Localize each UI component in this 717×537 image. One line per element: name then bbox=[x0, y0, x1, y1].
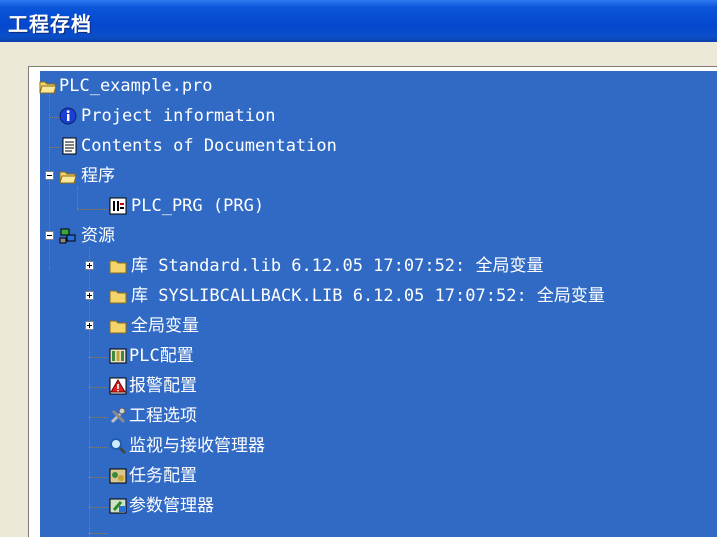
collapse-toggle[interactable] bbox=[45, 231, 54, 240]
magnifier-icon bbox=[110, 438, 127, 455]
tree-node-root[interactable]: PLC_example.pro bbox=[29, 71, 717, 101]
tree-node-syslibcallback-lib[interactable]: 库 SYSLIBCALLBACK.LIB 6.12.05 17:07:52: 全… bbox=[29, 281, 717, 311]
expand-toggle[interactable] bbox=[85, 321, 94, 330]
tree-node-label: 监视与接收管理器 bbox=[129, 436, 265, 456]
tree-node-label: 任务配置 bbox=[129, 466, 197, 486]
folder-icon bbox=[109, 290, 127, 304]
tree-node-global-variables[interactable]: 全局变量 bbox=[29, 311, 717, 341]
info-icon bbox=[59, 107, 77, 125]
collapse-toggle[interactable] bbox=[45, 171, 54, 180]
tree-node-watch-recipe-manager[interactable]: 监视与接收管理器 bbox=[29, 431, 717, 461]
plc-config-icon bbox=[109, 348, 127, 364]
tree-node-label: PLC_example.pro bbox=[59, 76, 213, 96]
tree-line bbox=[89, 533, 107, 534]
tree-node-label: 资源 bbox=[81, 226, 115, 246]
folder-icon bbox=[109, 260, 127, 274]
tree-node-resources[interactable]: 资源 bbox=[29, 221, 717, 251]
tree-node-project-information[interactable]: Project information bbox=[29, 101, 717, 131]
tree-node-label: 全局变量 bbox=[131, 316, 199, 336]
tree-node-label: 工程选项 bbox=[129, 406, 197, 426]
alarm-icon bbox=[109, 377, 127, 395]
folder-open-icon bbox=[39, 81, 57, 94]
tree-node-label: 报警配置 bbox=[129, 376, 197, 396]
tree-node-alarm-configuration[interactable]: 报警配置 bbox=[29, 371, 717, 401]
tree-node-contents-of-documentation[interactable]: Contents of Documentation bbox=[29, 131, 717, 161]
tree-node-task-configuration[interactable]: 任务配置 bbox=[29, 461, 717, 491]
expand-toggle[interactable] bbox=[85, 261, 94, 270]
tree-node-label: PLC_PRG (PRG) bbox=[131, 196, 265, 216]
title-bar: 工程存档 bbox=[0, 0, 717, 42]
parameter-icon bbox=[109, 498, 127, 514]
tree-node-parameter-manager[interactable]: 参数管理器 bbox=[29, 491, 717, 521]
tree-node-label: Contents of Documentation bbox=[81, 136, 337, 156]
resources-icon bbox=[59, 228, 76, 244]
window-title: 工程存档 bbox=[8, 12, 92, 36]
project-tree[interactable]: PLC_example.pro Project information Cont… bbox=[28, 66, 717, 537]
tree-node-label: 库 Standard.lib 6.12.05 17:07:52: 全局变量 bbox=[131, 256, 544, 276]
tree-node-label: 库 SYSLIBCALLBACK.LIB 6.12.05 17:07:52: 全… bbox=[131, 286, 605, 306]
tree-node-project-options[interactable]: 工程选项 bbox=[29, 401, 717, 431]
tree-node-label: 程序 bbox=[81, 166, 115, 186]
folder-open-icon bbox=[59, 171, 77, 184]
tree-node-label: Project information bbox=[81, 106, 276, 126]
program-icon bbox=[109, 197, 127, 215]
tree-node-plc-prg[interactable]: PLC_PRG (PRG) bbox=[29, 191, 717, 221]
folder-icon bbox=[109, 320, 127, 334]
tree-node-program[interactable]: 程序 bbox=[29, 161, 717, 191]
expand-toggle[interactable] bbox=[85, 291, 94, 300]
tree-node-label: 参数管理器 bbox=[129, 496, 214, 516]
tree-node-plc-configuration[interactable]: PLC配置 bbox=[29, 341, 717, 371]
tools-icon bbox=[110, 407, 126, 424]
document-icon bbox=[62, 137, 77, 155]
tree-node-standard-lib[interactable]: 库 Standard.lib 6.12.05 17:07:52: 全局变量 bbox=[29, 251, 717, 281]
task-icon bbox=[109, 468, 127, 484]
tree-node-label: PLC配置 bbox=[129, 346, 194, 366]
